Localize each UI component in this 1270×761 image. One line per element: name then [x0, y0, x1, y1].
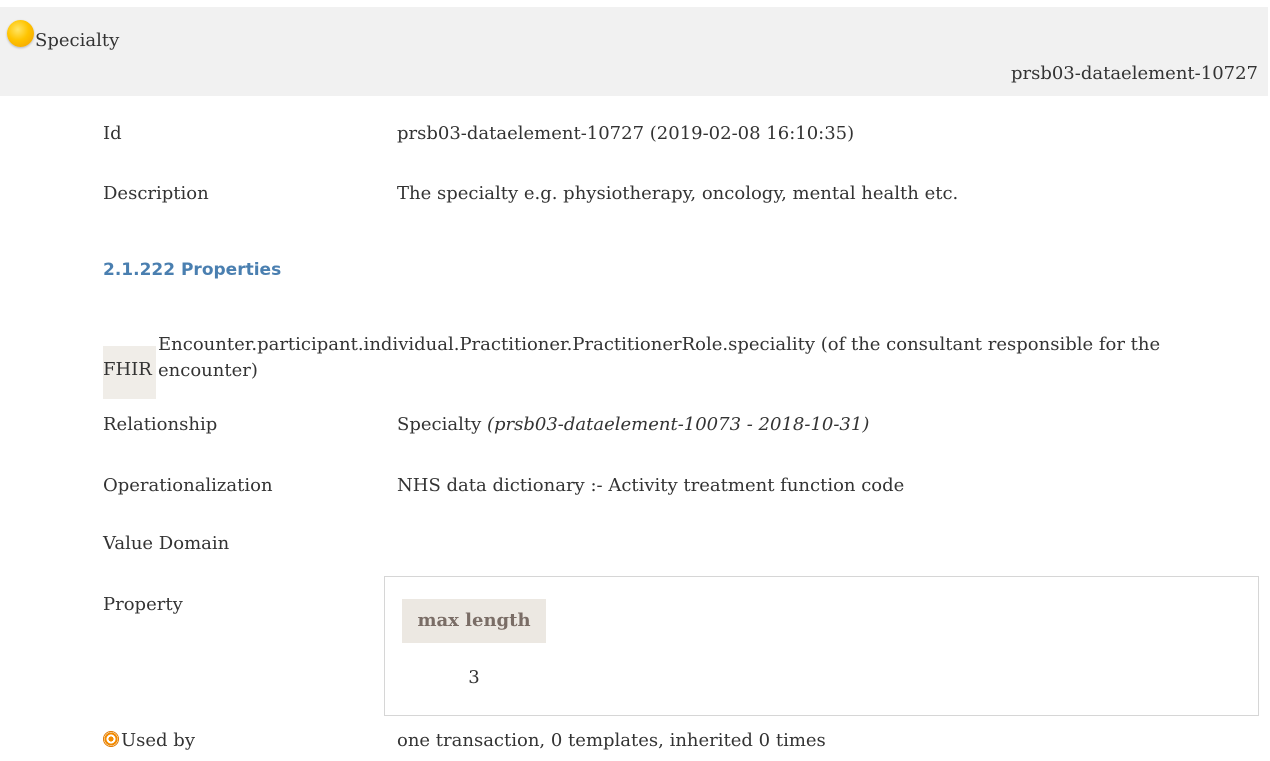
value-domain-label: Value Domain — [103, 533, 230, 554]
relationship-target[interactable]: Specialty — [397, 414, 481, 435]
concept-id: prsb03-dataelement-10727 — [1010, 63, 1258, 84]
status-circle-icon — [7, 20, 34, 47]
relationship-value: Specialty (prsb03-dataelement-10073 - 20… — [397, 414, 869, 435]
max-length-value: 3 — [468, 667, 480, 688]
operationalization-label: Operationalization — [103, 475, 273, 496]
properties-heading: 2.1.222 Properties — [103, 260, 282, 280]
concept-header: Specialty prsb03-dataelement-10727 — [0, 7, 1268, 96]
property-table: max length 3 — [384, 576, 1259, 716]
used-by-label: Used by — [121, 730, 195, 751]
max-length-header: max length — [402, 599, 546, 643]
fhir-mapping: Encounter.participant.individual.Practit… — [158, 334, 1161, 381]
fhir-label: FHIR — [103, 359, 152, 380]
target-icon — [103, 731, 119, 747]
id-value: prsb03-dataelement-10727 (2019-02-08 16:… — [397, 123, 855, 144]
description-value: The specialty e.g. physiotherapy, oncolo… — [397, 183, 959, 204]
property-label: Property — [103, 594, 183, 615]
description-label: Description — [103, 183, 209, 204]
concept-title: Specialty — [35, 30, 120, 51]
id-label: Id — [103, 123, 122, 144]
used-by-value: one transaction, 0 templates, inherited … — [397, 730, 826, 751]
relationship-reference: (prsb03-dataelement-10073 - 2018-10-31) — [486, 414, 870, 435]
relationship-label: Relationship — [103, 414, 218, 435]
operationalization-value: NHS data dictionary :- Activity treatmen… — [397, 475, 905, 496]
